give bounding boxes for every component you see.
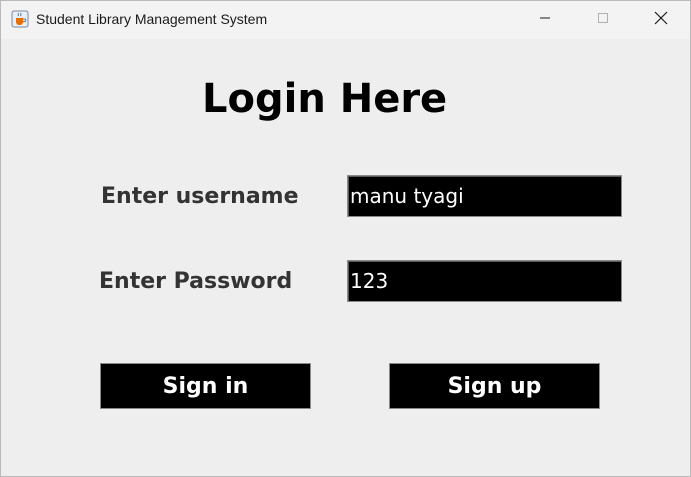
sign-in-button[interactable]: Sign in — [100, 363, 311, 409]
sign-up-label: Sign up — [447, 373, 542, 399]
maximize-icon — [597, 11, 609, 29]
java-coffee-cup-icon — [11, 10, 29, 28]
sign-in-label: Sign in — [162, 373, 249, 399]
password-label: Enter Password — [99, 269, 293, 294]
title-bar[interactable]: Student Library Management System — [1, 1, 690, 39]
maximize-button[interactable] — [574, 1, 632, 39]
app-window: Student Library Management System Login … — [0, 0, 691, 477]
username-field[interactable] — [347, 175, 622, 217]
login-panel: Login Here Enter username Enter Password… — [1, 39, 690, 476]
sign-up-button[interactable]: Sign up — [389, 363, 600, 409]
password-field[interactable] — [347, 260, 622, 302]
window-title: Student Library Management System — [36, 11, 268, 27]
close-button[interactable] — [632, 1, 690, 39]
minimize-icon — [539, 11, 551, 29]
username-label: Enter username — [101, 184, 299, 209]
minimize-button[interactable] — [516, 1, 574, 39]
close-icon — [654, 11, 668, 30]
page-title: Login Here — [202, 76, 448, 122]
